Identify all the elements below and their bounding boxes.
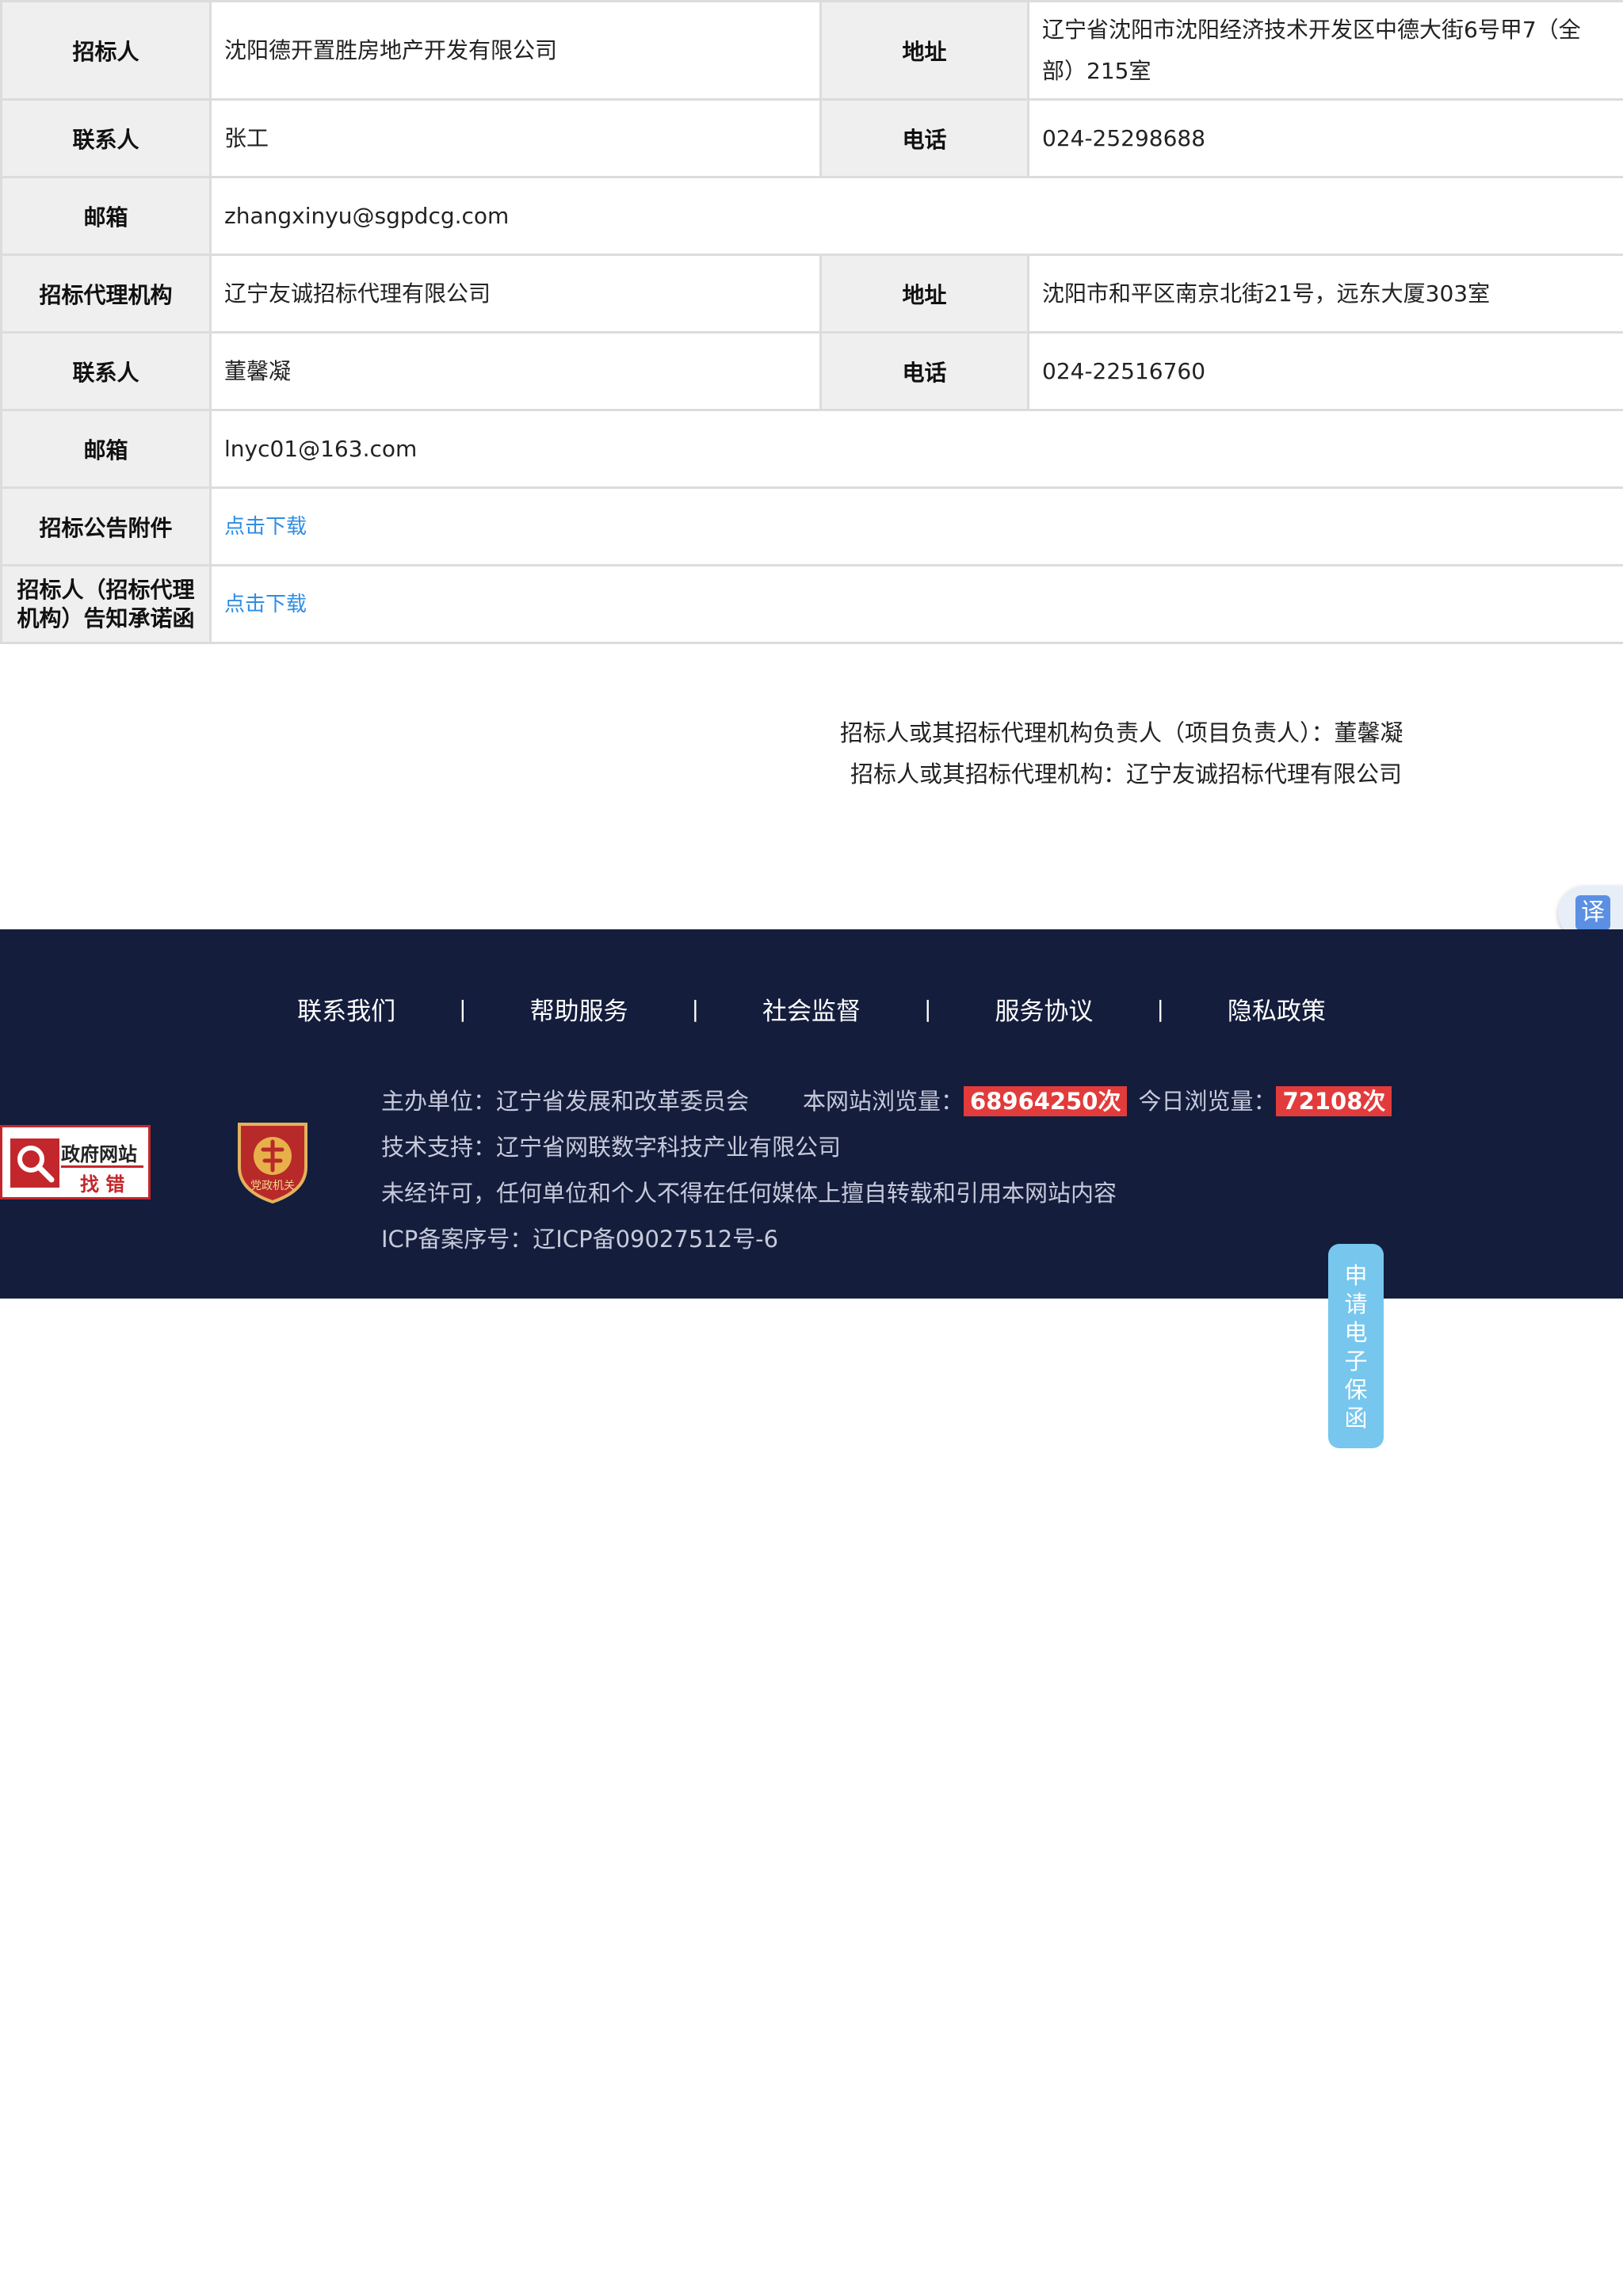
label-commitment-letter: 招标人（招标代理机构）告知承诺函 [0,564,212,644]
value-agency-address: 沈阳市和平区南京北街21号，远东大厦303室 [1027,254,1623,334]
notice-attachment-download-link[interactable]: 点击下载 [224,515,307,539]
footer-host-line: 主办单位：辽宁省发展和改革委员会 本网站浏览量： 68964250次 今日浏览量： 72… [381,1083,1403,1116]
label-address: 地址 [819,0,1029,101]
party-government-organ-badge-icon[interactable]: 党政机关 [236,1118,309,1203]
value-agency-phone: 024-22516760 [1027,331,1623,411]
table-row: 联系人 董馨凝 电话 024-22516760 [0,331,1623,411]
apply-electronic-guarantee-button[interactable]: 申 请 电 子 保 函 [1328,1244,1384,1448]
gov-badge-subtitle: 找 错 [80,1173,125,1196]
pill-char: 函 [1344,1405,1368,1432]
pill-char: 请 [1344,1291,1368,1318]
pill-char: 保 [1344,1376,1368,1403]
site-footer: 联系我们 | 帮助服务 | 社会监督 | 服务协议 | 隐私政策 政府网站 找 … [0,929,1623,1299]
footer-link-help-service[interactable]: 帮助服务 [467,991,692,1027]
value-agency-contact: 董馨凝 [209,331,822,411]
gov-website-error-report-badge[interactable]: 政府网站 找 错 [0,1125,151,1199]
footer-tech-support: 技术支持：辽宁省网联数字科技产业有限公司 [381,1134,842,1161]
magnifier-icon [10,1138,59,1188]
pill-char: 申 [1344,1262,1368,1289]
table-row: 招标公告附件 点击下载 [0,486,1623,566]
footer-host: 主办单位：辽宁省发展和改革委员会 [381,1088,750,1115]
table-row: 招标代理机构 辽宁友诚招标代理有限公司 地址 沈阳市和平区南京北街21号，远东大… [0,254,1623,334]
label-contact: 联系人 [0,98,212,178]
translate-icon: 译 [1575,895,1610,930]
gov-badge-title: 政府网站 [61,1143,137,1165]
footer-copyright: 未经许可，任何单位和个人不得在任何媒体上擅自转载和引用本网站内容 [381,1180,1117,1207]
today-visits-count-badge: 72108次 [1276,1086,1392,1116]
signature-person-in-charge: 招标人或其招标代理机构负责人（项目负责人）：董馨凝 [840,719,1403,746]
footer-separator: | [691,996,699,1022]
tender-info-table: 招标人 沈阳德开置胜房地产开发有限公司 地址 辽宁省沈阳市沈阳经济技术开发区中德… [0,0,1623,644]
signature-agency: 招标人或其招标代理机构：辽宁友诚招标代理有限公司 [850,761,1403,788]
label-tenderer: 招标人 [0,0,212,101]
label-agency-contact: 联系人 [0,331,212,411]
value-agency-email: lnyc01@163.com [209,409,1623,489]
attachment-cell: 点击下载 [209,486,1623,566]
table-row: 邮箱 zhangxinyu@sgpdcg.com [0,176,1623,256]
label-agency-address: 地址 [819,254,1029,334]
party-badge-text: 党政机关 [250,1180,295,1192]
footer-link-service-agreement[interactable]: 服务协议 [931,991,1156,1027]
value-contact: 张工 [209,98,822,178]
footer-separator: | [924,996,932,1022]
label-notice-attachment: 招标公告附件 [0,486,212,566]
table-row: 邮箱 lnyc01@163.com [0,409,1623,489]
table-row: 联系人 张工 电话 024-25298688 [0,98,1623,178]
footer-link-contact-us[interactable]: 联系我们 [234,991,459,1027]
label-agency-email: 邮箱 [0,409,212,489]
visits-label: 本网站浏览量： [803,1088,964,1115]
label-agency-phone: 电话 [819,331,1029,411]
label-phone: 电话 [819,98,1029,178]
footer-separator: | [1156,996,1164,1022]
footer-icp[interactable]: ICP备案序号：辽ICP备09027512号-6 [381,1221,778,1254]
footer-separator: | [459,996,467,1022]
value-agency: 辽宁友诚招标代理有限公司 [209,254,822,334]
footer-link-privacy-policy[interactable]: 隐私政策 [1164,991,1389,1027]
pill-char: 子 [1344,1348,1368,1375]
visits-count-badge: 68964250次 [964,1086,1128,1116]
footer-link-social-supervision[interactable]: 社会监督 [699,991,924,1027]
pill-char: 电 [1344,1319,1368,1346]
table-row: 招标人 沈阳德开置胜房地产开发有限公司 地址 辽宁省沈阳市沈阳经济技术开发区中德… [0,0,1623,101]
value-address: 辽宁省沈阳市沈阳经济技术开发区中德大街6号甲7（全部）215室 [1027,0,1623,101]
footer-nav: 联系我们 | 帮助服务 | 社会监督 | 服务协议 | 隐私政策 [0,991,1623,1027]
value-tenderer: 沈阳德开置胜房地产开发有限公司 [209,0,822,101]
value-phone: 024-25298688 [1027,98,1623,178]
gov-badge-divider [61,1165,143,1168]
commitment-letter-download-link[interactable]: 点击下载 [224,593,307,616]
today-visits-label: 今日浏览量： [1138,1088,1277,1115]
commitment-cell: 点击下载 [209,564,1623,644]
table-row: 招标人（招标代理机构）告知承诺函 点击下载 [0,564,1623,644]
value-email: zhangxinyu@sgpdcg.com [209,176,1623,256]
label-email: 邮箱 [0,176,212,256]
label-agency: 招标代理机构 [0,254,212,334]
